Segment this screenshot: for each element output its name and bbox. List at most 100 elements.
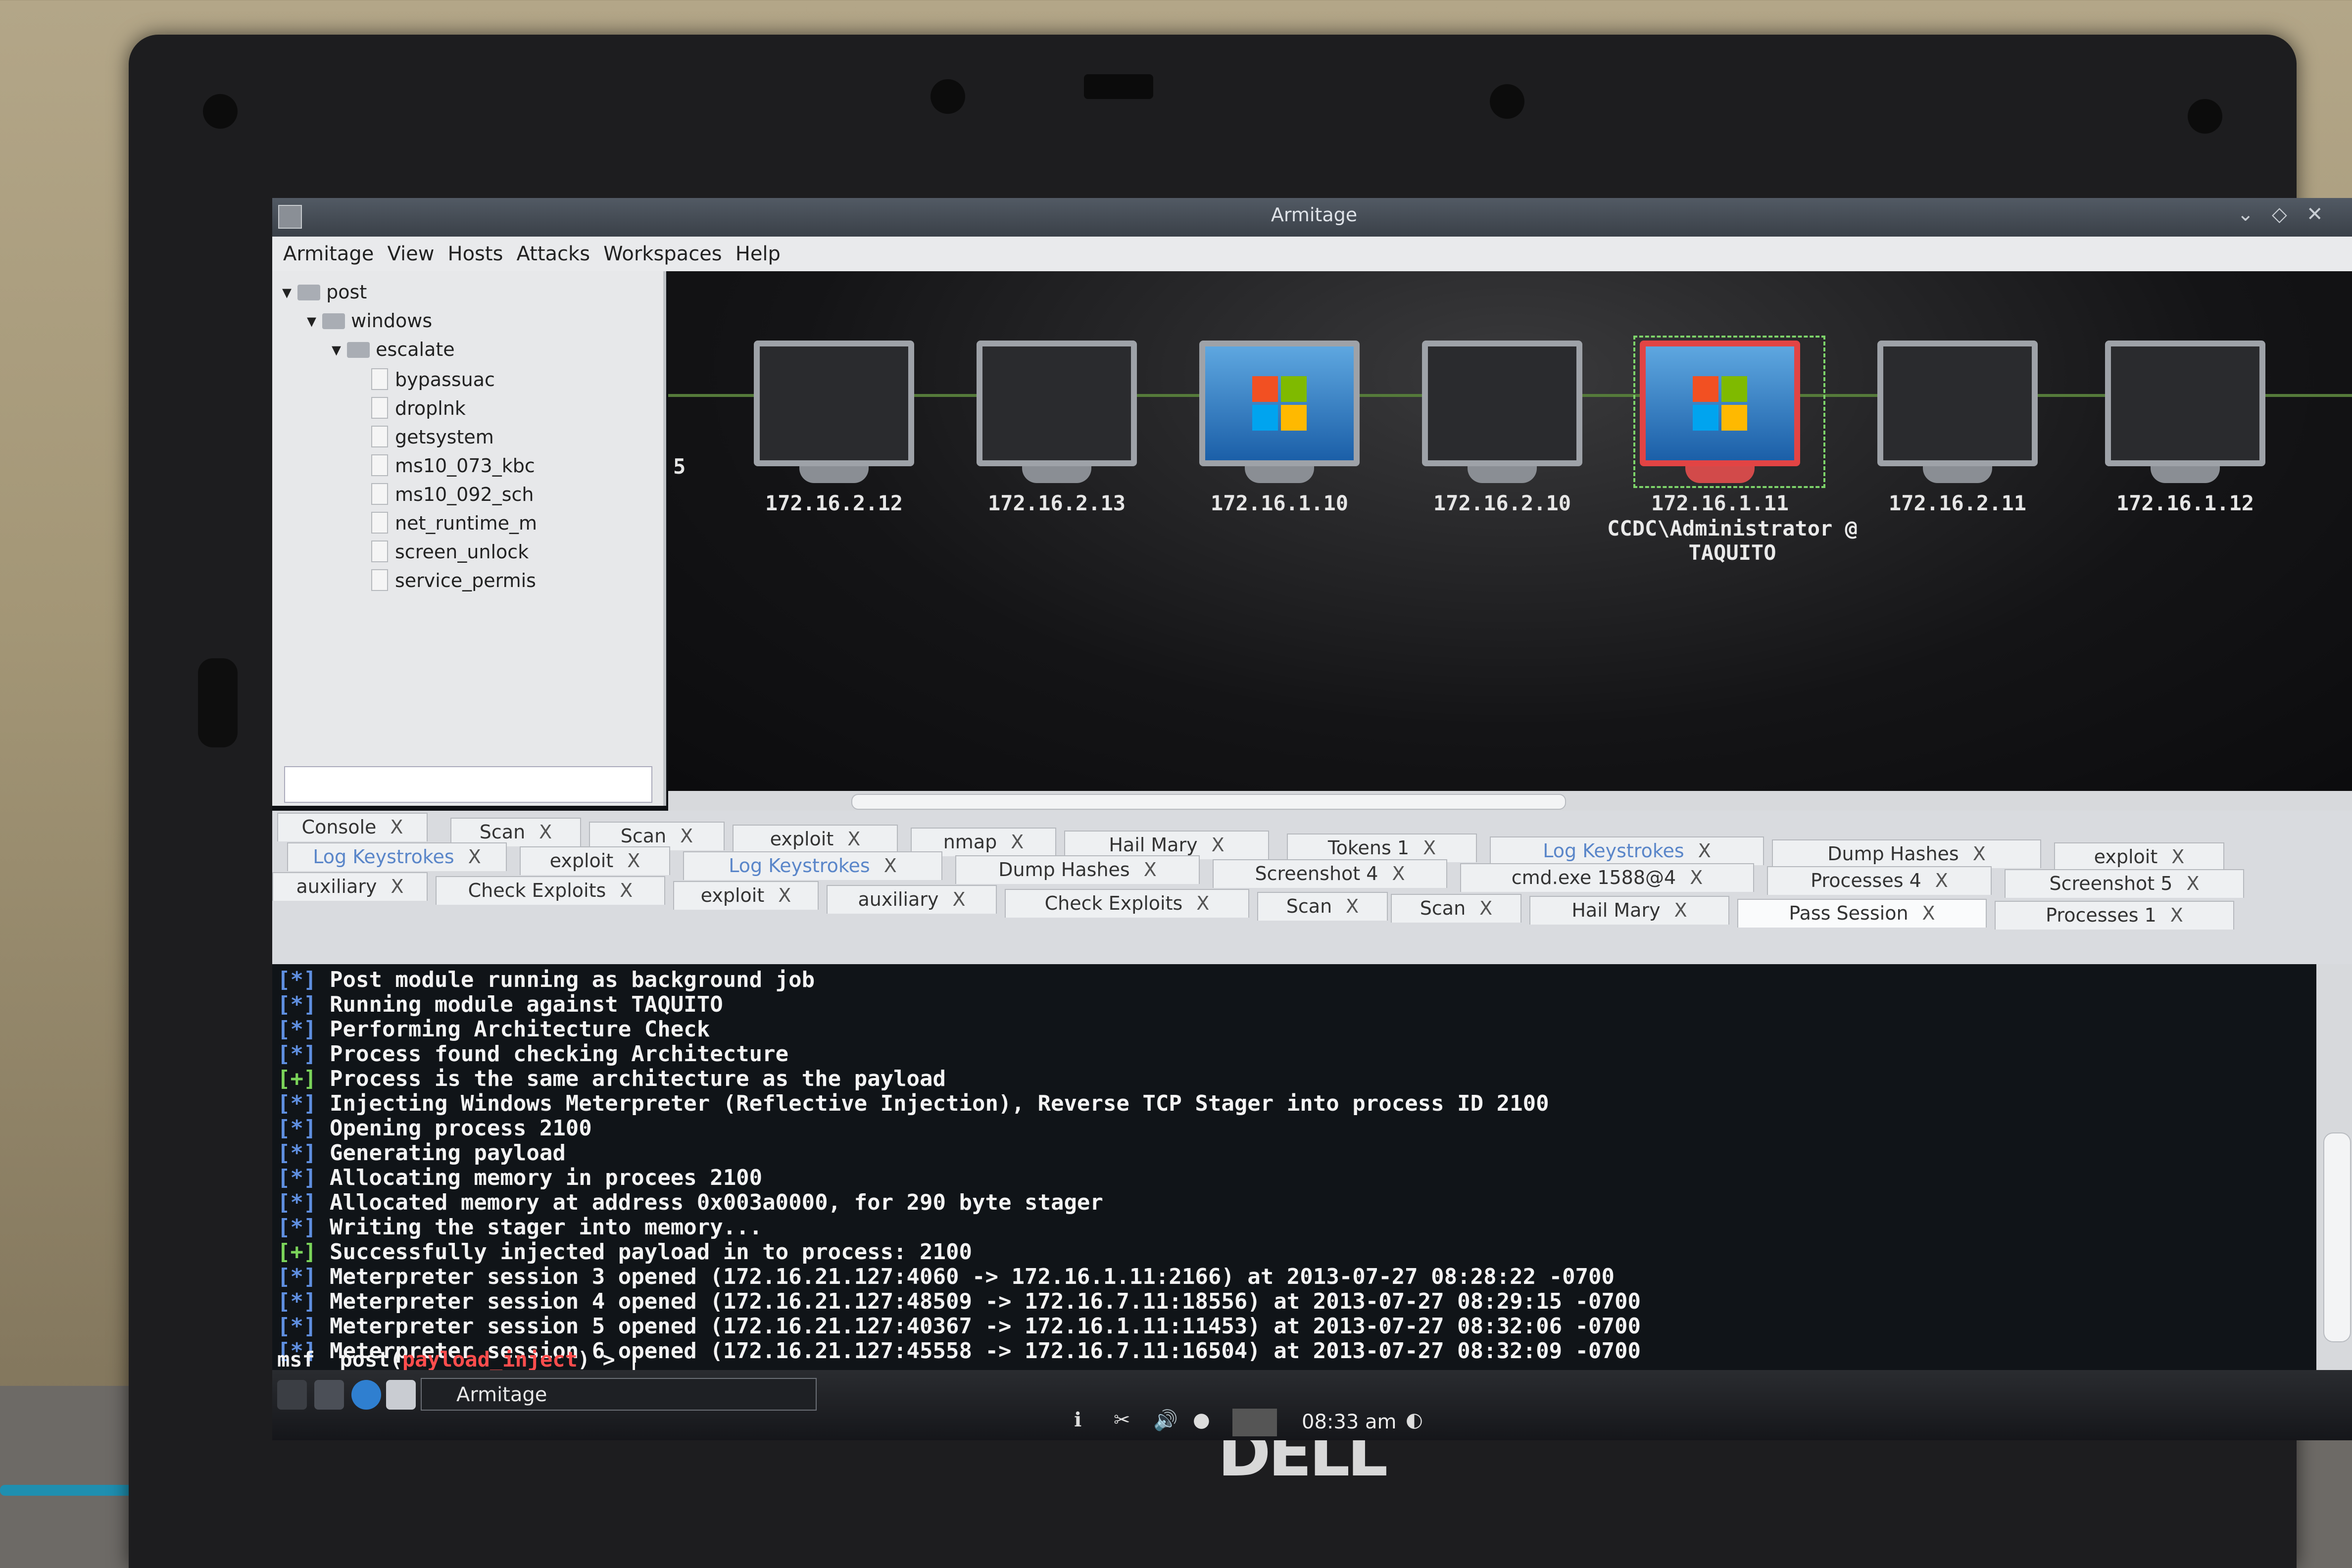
host-node[interactable]: 172.16.2.12 <box>752 341 916 515</box>
tab-dump-hashes[interactable]: Dump Hashes X <box>955 855 1200 884</box>
tab-exploit[interactable]: exploit X <box>673 881 819 910</box>
tab-close-icon[interactable]: X <box>468 846 481 868</box>
tab-close-icon[interactable]: X <box>390 816 403 838</box>
tab-close-icon[interactable]: X <box>1392 863 1405 884</box>
tree-item[interactable]: service_permis <box>371 569 536 591</box>
tree-item[interactable]: ms10_073_kbc <box>371 454 535 477</box>
tree-item[interactable]: ms10_092_sch <box>371 483 534 505</box>
console-prompt[interactable]: msf post(payload_inject) > | <box>277 1347 640 1372</box>
tab-close-icon[interactable]: X <box>847 828 860 850</box>
console-scrollbar[interactable] <box>2316 964 2352 1370</box>
tab-hail-mary[interactable]: Hail Mary X <box>1529 896 1729 925</box>
terminal-icon[interactable] <box>314 1380 344 1410</box>
tab-check-exploits[interactable]: Check Exploits X <box>436 876 665 905</box>
tree-item[interactable]: bypassuac <box>371 368 495 391</box>
module-search-input[interactable] <box>284 766 652 803</box>
tab-close-icon[interactable]: X <box>778 884 791 906</box>
tab-exploit[interactable]: exploit X <box>733 825 898 853</box>
tree-folder-windows[interactable]: ▾ windows <box>307 310 432 332</box>
tab-pass-session[interactable]: Pass Session X <box>1737 899 1987 928</box>
graph-scrollbar[interactable] <box>668 791 2352 811</box>
tab-close-icon[interactable]: X <box>620 880 633 901</box>
tab-close-icon[interactable]: X <box>1690 867 1703 888</box>
menu-view[interactable]: View <box>387 243 434 265</box>
tab-exploit[interactable]: exploit X <box>2054 842 2224 871</box>
maximize-icon[interactable]: ◇ <box>2272 203 2287 226</box>
minimize-icon[interactable]: ⌄ <box>2237 203 2254 226</box>
tab-processes[interactable]: Processes 4X <box>1767 866 1992 895</box>
menu-help[interactable]: Help <box>735 243 781 265</box>
tree-item[interactable]: screen_unlock <box>371 540 529 563</box>
menu-attacks[interactable]: Attacks <box>517 243 590 265</box>
monitor-stand <box>1245 466 1314 483</box>
tab-close-icon[interactable]: X <box>627 850 640 872</box>
close-icon[interactable]: ✕ <box>2306 203 2323 226</box>
tab-close-icon[interactable]: X <box>1144 859 1157 881</box>
tab-close-icon[interactable]: X <box>1973 843 1986 865</box>
host-node[interactable]: 172.16.1.12 <box>2104 341 2267 515</box>
tab-close-icon[interactable]: X <box>1698 840 1711 862</box>
menu-armitage[interactable]: Armitage <box>283 243 374 265</box>
taskbar-task-armitage[interactable]: Armitage <box>421 1378 817 1411</box>
tab-tokens[interactable]: Tokens 1X <box>1287 833 1477 862</box>
tab-auxiliary[interactable]: auxiliary X <box>272 872 428 901</box>
tree-item[interactable]: net_runtime_m <box>371 512 537 534</box>
console-output[interactable]: [*] Post module running as background jo… <box>272 964 2316 1370</box>
scrollbar-thumb[interactable] <box>2323 1132 2351 1342</box>
tab-close-icon[interactable]: X <box>2186 873 2199 894</box>
update-icon[interactable]: ● <box>1193 1409 1218 1433</box>
tab-close-icon[interactable]: X <box>1212 834 1225 856</box>
tree-item[interactable]: getsystem <box>371 426 494 448</box>
tab-close-icon[interactable]: X <box>1196 892 1209 914</box>
tab-exploit[interactable]: exploit X <box>520 846 670 875</box>
file-manager-icon[interactable] <box>386 1380 416 1410</box>
tab-log-keystrokes[interactable]: Log Keystrokes X <box>1490 836 1764 865</box>
menu-hosts[interactable]: Hosts <box>448 243 503 265</box>
workspace-switcher[interactable] <box>1232 1409 1277 1436</box>
tab-log-keystrokes[interactable]: Log Keystrokes X <box>683 851 942 880</box>
tab-cmd[interactable]: cmd.exe 1588@4 X <box>1460 863 1754 892</box>
tab-log-keystrokes[interactable]: Log Keystrokes X <box>287 842 507 871</box>
tab-screenshot[interactable]: Screenshot 4X <box>1213 859 1447 888</box>
folder-icon <box>297 285 321 300</box>
power-icon[interactable]: ◐ <box>1406 1409 1430 1433</box>
volume-icon[interactable]: 🔊 <box>1153 1409 1178 1433</box>
menu-workspaces[interactable]: Workspaces <box>603 243 722 265</box>
host-node[interactable]: 172.16.2.10 <box>1421 341 1584 515</box>
info-icon[interactable]: ℹ <box>1074 1409 1099 1433</box>
tab-close-icon[interactable]: X <box>1674 899 1687 921</box>
tab-scan[interactable]: Scan X <box>1391 894 1521 923</box>
scrollbar-thumb[interactable] <box>851 794 1566 810</box>
tab-processes[interactable]: Processes 1X <box>1995 901 2234 930</box>
tab-close-icon[interactable]: X <box>1011 831 1024 853</box>
tab-close-icon[interactable]: X <box>1922 902 1935 924</box>
host-node[interactable]: 172.16.1.10 <box>1198 341 1361 515</box>
tab-close-icon[interactable]: X <box>539 821 552 843</box>
browser-icon[interactable] <box>351 1380 381 1410</box>
tab-close-icon[interactable]: X <box>1935 870 1948 891</box>
tree-item[interactable]: droplnk <box>371 397 466 419</box>
host-node[interactable]: 172.16.2.11 <box>1876 341 2039 515</box>
network-icon[interactable]: ✂ <box>1114 1409 1138 1433</box>
tab-dump-hashes[interactable]: Dump Hashes X <box>1772 839 2041 868</box>
tab-close-icon[interactable]: X <box>680 825 693 847</box>
host-node-owned[interactable]: 172.16.1.11 CCDC\Administrator @ TAQUITO <box>1607 336 1858 565</box>
tab-auxiliary[interactable]: auxiliary X <box>827 885 997 914</box>
tab-close-icon[interactable]: X <box>1479 897 1492 919</box>
tab-close-icon[interactable]: X <box>2170 904 2183 926</box>
tree-folder-escalate[interactable]: ▾ escalate <box>332 339 455 360</box>
host-node[interactable]: 172.16.2.13 <box>975 341 1138 515</box>
tab-check-exploits[interactable]: Check Exploits X <box>1005 889 1249 918</box>
tab-close-icon[interactable]: X <box>2171 846 2184 868</box>
menu-launcher-icon[interactable] <box>277 1380 307 1410</box>
tab-scan[interactable]: Scan X <box>1257 892 1388 921</box>
tab-close-icon[interactable]: X <box>952 888 965 910</box>
tab-close-icon[interactable]: X <box>884 855 897 877</box>
tab-screenshot[interactable]: Screenshot 5X <box>2005 869 2244 898</box>
tab-close-icon[interactable]: X <box>1346 895 1359 917</box>
tab-close-icon[interactable]: X <box>1423 837 1436 859</box>
tree-folder-post[interactable]: ▾ post <box>282 281 367 303</box>
monitor-stand <box>1923 466 1992 483</box>
tab-close-icon[interactable]: X <box>391 876 403 897</box>
tab-console[interactable]: Console X <box>277 813 428 841</box>
